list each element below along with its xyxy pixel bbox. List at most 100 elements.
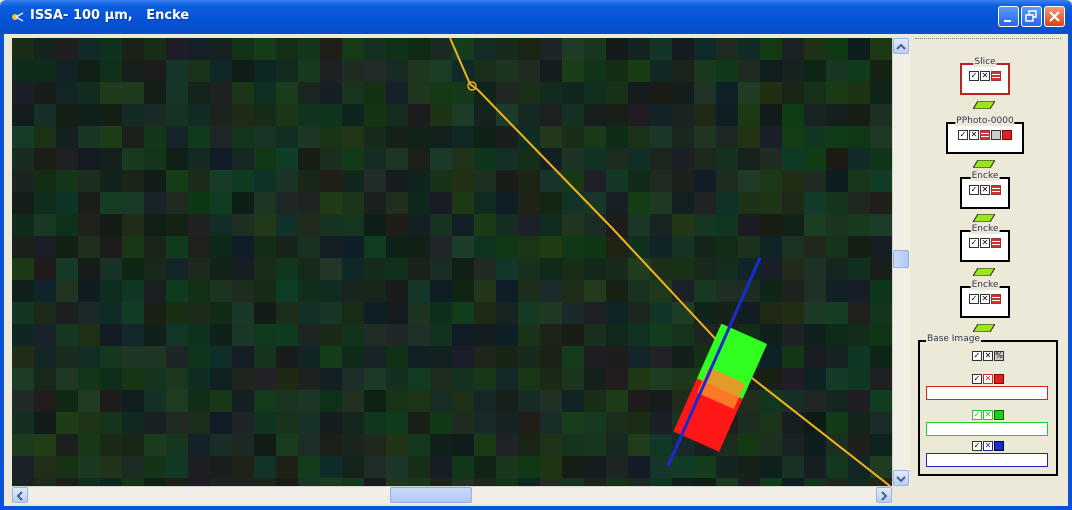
check-icon[interactable]: ✓ xyxy=(972,441,982,451)
check-icon[interactable]: ✓ xyxy=(969,71,979,81)
blue-channel-bar[interactable] xyxy=(926,453,1048,467)
pixel-block xyxy=(870,346,892,368)
grid-icon[interactable] xyxy=(991,71,1001,81)
pixel-block xyxy=(540,192,562,214)
doc-icon[interactable] xyxy=(991,130,1001,140)
scroll-up-button[interactable] xyxy=(893,38,909,54)
pixel-block xyxy=(848,346,870,368)
minimize-button[interactable] xyxy=(998,6,1019,27)
pixel-block xyxy=(386,148,408,170)
check-icon[interactable]: ✓ xyxy=(972,410,982,420)
pixel-block xyxy=(254,368,276,390)
pixel-block xyxy=(606,82,628,104)
blue-channel-icon[interactable] xyxy=(994,441,1004,451)
x-icon[interactable]: ✕ xyxy=(983,441,993,451)
pixel-block xyxy=(144,368,166,390)
pixel-block xyxy=(144,148,166,170)
horizontal-scroll-thumb[interactable] xyxy=(390,487,472,503)
check-icon[interactable]: ✓ xyxy=(972,374,982,384)
check-icon[interactable]: ✓ xyxy=(969,294,979,304)
app-icon xyxy=(12,12,24,22)
pixel-block xyxy=(254,82,276,104)
pixel-block xyxy=(100,38,122,60)
horizontal-scrollbar[interactable] xyxy=(12,486,892,504)
pixel-block xyxy=(34,170,56,192)
vertical-scroll-thumb[interactable] xyxy=(893,250,909,268)
restore-button[interactable] xyxy=(1021,6,1042,27)
pixel-block xyxy=(584,456,606,478)
panel-grip[interactable] xyxy=(915,38,1061,42)
pixel-block xyxy=(870,214,892,236)
grid-icon[interactable] xyxy=(980,130,990,140)
x-icon[interactable]: ✕ xyxy=(980,71,990,81)
pixel-block xyxy=(364,82,386,104)
image-viewport[interactable] xyxy=(12,38,892,486)
check-icon[interactable]: ✓ xyxy=(958,130,968,140)
pixel-block xyxy=(210,148,232,170)
layer-encke-2[interactable]: Encke ✓ ✕ xyxy=(960,224,1010,262)
pixel-block xyxy=(386,346,408,368)
pixel-block xyxy=(540,456,562,478)
check-icon[interactable]: ✓ xyxy=(969,185,979,195)
stop-icon[interactable] xyxy=(1002,130,1012,140)
pixel-block xyxy=(298,412,320,434)
pixel-block xyxy=(254,434,276,456)
red-channel-icon[interactable] xyxy=(994,374,1004,384)
pixel-block xyxy=(122,456,144,478)
pixel-block xyxy=(34,280,56,302)
layer-encke-1[interactable]: Encke ✓ ✕ xyxy=(960,171,1010,209)
x-icon[interactable]: ✕ xyxy=(980,238,990,248)
percent-icon[interactable]: % xyxy=(994,351,1004,361)
pixel-block xyxy=(210,236,232,258)
x-icon[interactable]: ✕ xyxy=(983,410,993,420)
scroll-right-button[interactable] xyxy=(876,487,892,503)
pixel-block xyxy=(298,38,320,60)
pixel-block xyxy=(672,478,694,486)
x-icon[interactable]: ✕ xyxy=(983,374,993,384)
grid-icon[interactable] xyxy=(991,238,1001,248)
close-button[interactable] xyxy=(1044,6,1065,27)
pixel-block xyxy=(298,434,320,456)
vertical-scrollbar[interactable] xyxy=(892,38,910,486)
pixel-block xyxy=(870,412,892,434)
green-channel-bar[interactable] xyxy=(926,422,1048,436)
check-icon[interactable]: ✓ xyxy=(972,351,982,361)
x-icon[interactable]: ✕ xyxy=(980,294,990,304)
layer-pphoto[interactable]: PPhoto-0000 ✓ ✕ xyxy=(946,116,1024,154)
pixel-block xyxy=(496,390,518,412)
pixel-block xyxy=(870,60,892,82)
scroll-down-button[interactable] xyxy=(893,470,909,486)
pixel-block xyxy=(276,38,298,60)
pixel-block xyxy=(782,236,804,258)
pixel-block xyxy=(760,258,782,280)
x-icon[interactable]: ✕ xyxy=(983,351,993,361)
layer-slice[interactable]: Slice ✓ ✕ xyxy=(960,57,1010,95)
pixel-block xyxy=(320,148,342,170)
pixel-block xyxy=(606,412,628,434)
pixel-block xyxy=(716,148,738,170)
check-icon[interactable]: ✓ xyxy=(969,238,979,248)
red-channel-bar[interactable] xyxy=(926,386,1048,400)
pixel-block xyxy=(672,368,694,390)
pixel-block xyxy=(34,60,56,82)
pixel-block xyxy=(848,60,870,82)
grid-icon[interactable] xyxy=(991,185,1001,195)
x-icon[interactable]: ✕ xyxy=(969,130,979,140)
pixel-block xyxy=(78,412,100,434)
pixel-block xyxy=(474,148,496,170)
grid-icon[interactable] xyxy=(991,294,1001,304)
pixel-block xyxy=(474,192,496,214)
green-channel-icon[interactable] xyxy=(994,410,1004,420)
pixel-block xyxy=(34,368,56,390)
pixel-block xyxy=(606,346,628,368)
pixel-block xyxy=(364,170,386,192)
pixel-block xyxy=(12,104,34,126)
pixel-block xyxy=(650,346,672,368)
scroll-left-button[interactable] xyxy=(12,487,28,503)
layer-encke-3[interactable]: Encke ✓ ✕ xyxy=(960,280,1010,318)
pixel-block xyxy=(584,60,606,82)
pixel-block xyxy=(342,82,364,104)
pixel-block xyxy=(254,324,276,346)
pixel-block xyxy=(716,214,738,236)
x-icon[interactable]: ✕ xyxy=(980,185,990,195)
